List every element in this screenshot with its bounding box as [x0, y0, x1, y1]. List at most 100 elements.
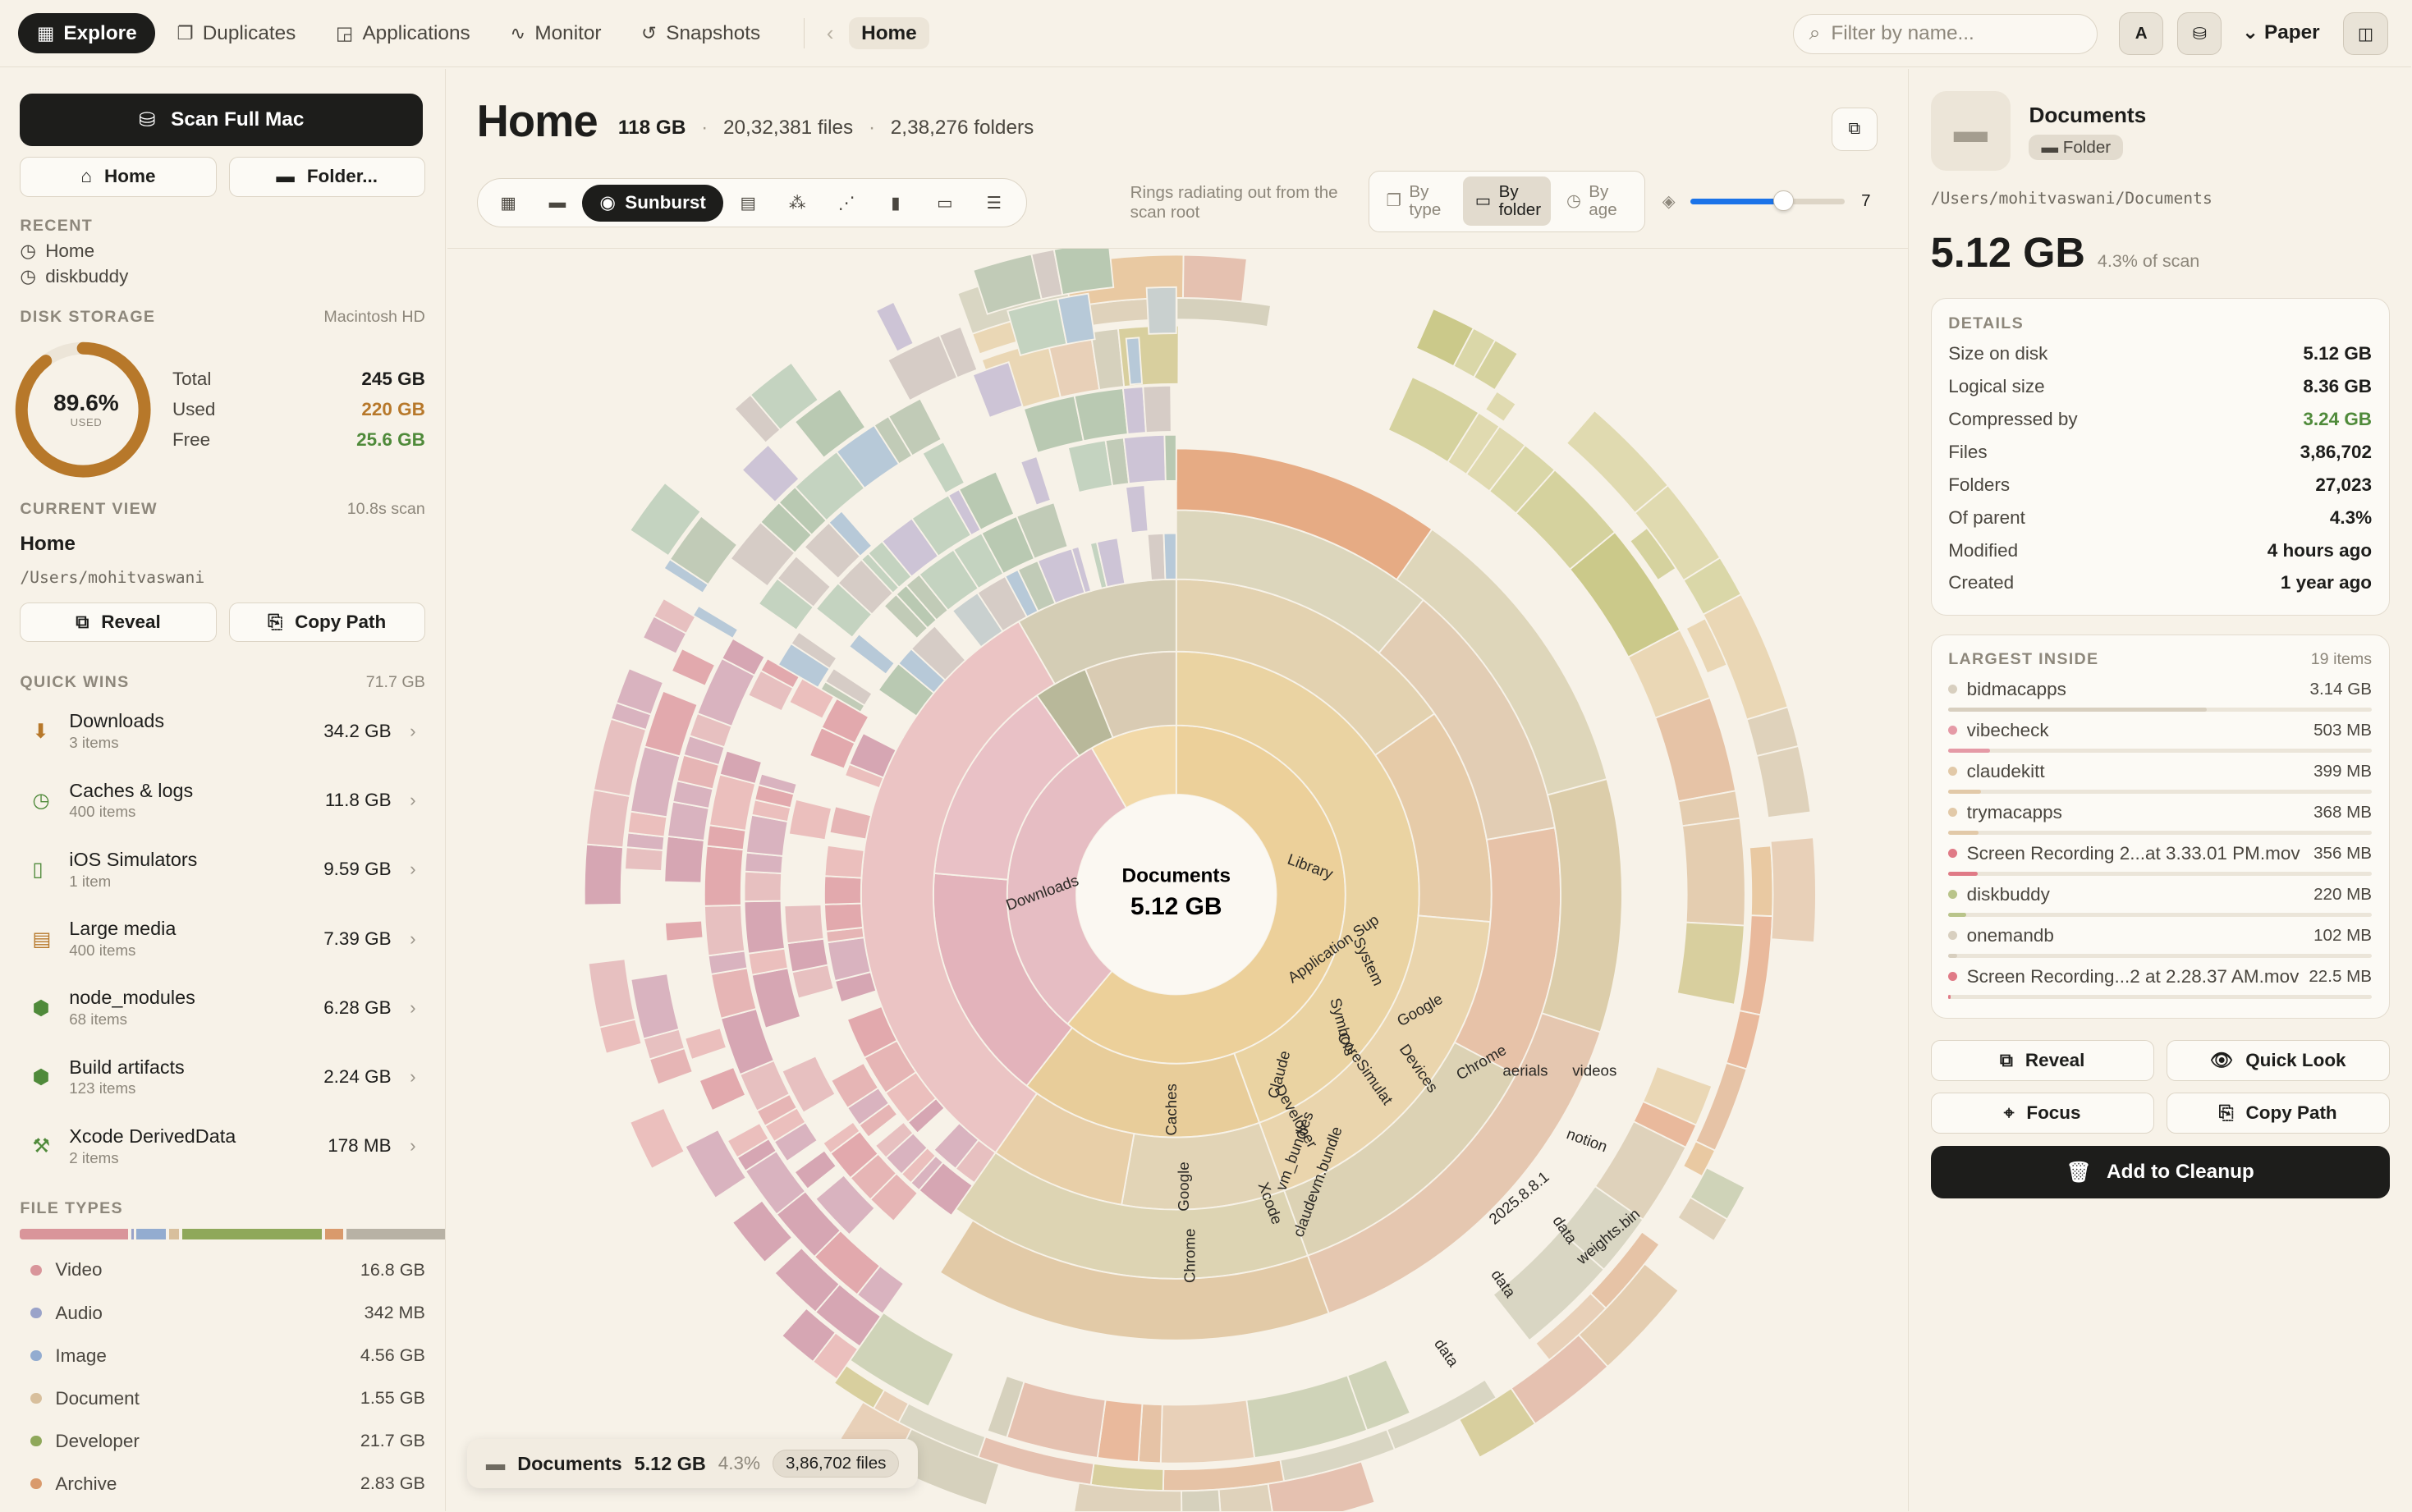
- view-bubbles-button[interactable]: ⁂: [773, 185, 822, 222]
- view-calendar-button[interactable]: ▭: [920, 185, 970, 222]
- outer-segment[interactable]: [1006, 1381, 1107, 1459]
- tab-explore[interactable]: ▦ Explore: [18, 13, 156, 54]
- upper-outer-segment[interactable]: [1121, 386, 1147, 436]
- upper-outer-segment[interactable]: [1125, 484, 1149, 534]
- slider-track[interactable]: [1690, 190, 1845, 211]
- outer-segment[interactable]: [1483, 390, 1517, 424]
- upper-outer-segment[interactable]: [1163, 434, 1177, 483]
- disk-button[interactable]: ⛁: [2177, 11, 2222, 56]
- upper-outer-segment[interactable]: [1145, 286, 1177, 336]
- tab-monitor[interactable]: ∿ Monitor: [492, 13, 620, 53]
- downloads-outer-segment[interactable]: [710, 967, 758, 1020]
- tab-duplicates[interactable]: ❐ Duplicates: [158, 13, 314, 53]
- view-folder-button[interactable]: ▬: [533, 185, 582, 222]
- largest-item[interactable]: trymacapps 368 MB: [1948, 797, 2373, 838]
- upper-outer-segment[interactable]: [1052, 241, 1115, 296]
- largest-item[interactable]: Screen Recording 2...at 3.33.01 PM.mov 3…: [1948, 838, 2373, 879]
- outer-segment[interactable]: [1654, 697, 1737, 803]
- downloads-outer-segment[interactable]: [703, 845, 745, 908]
- view-table-button[interactable]: ☰: [970, 185, 1019, 222]
- quick-win-item[interactable]: ⬇ Downloads 3 items 34.2 GB ›: [20, 697, 424, 766]
- quick-win-item[interactable]: ▤ Large media 400 items 7.39 GB ›: [20, 904, 424, 973]
- upper-outer-segment[interactable]: [1066, 439, 1114, 494]
- outer-segment[interactable]: [1182, 254, 1248, 303]
- downloads-outer-segment[interactable]: [708, 773, 757, 832]
- upper-outer-segment[interactable]: [1162, 532, 1177, 581]
- downloads-outer-segment[interactable]: [585, 789, 631, 849]
- outer-segment[interactable]: [1755, 745, 1812, 819]
- downloads-outer-segment[interactable]: [823, 875, 863, 906]
- tab-snapshots[interactable]: ↺ Snapshots: [623, 13, 779, 53]
- view-sunburst-button[interactable]: ◉ Sunburst: [581, 184, 724, 222]
- downloads-outer-segment[interactable]: [624, 846, 664, 873]
- sidebar-toggle-button[interactable]: ◫: [2343, 11, 2388, 56]
- search-input[interactable]: ⌕ Filter by name...: [1792, 13, 2098, 54]
- quick-win-item[interactable]: ⬢ node_modules 68 items 6.28 GB ›: [20, 974, 424, 1042]
- largest-item[interactable]: vibecheck 503 MB: [1948, 715, 2373, 756]
- upper-outer-segment[interactable]: [921, 441, 966, 495]
- outer-segment[interactable]: [1181, 1488, 1222, 1512]
- slider-knob[interactable]: [1773, 190, 1794, 211]
- depth-slider[interactable]: ◈ 7: [1662, 189, 1878, 213]
- outer-segment[interactable]: [1769, 836, 1817, 944]
- upper-outer-segment[interactable]: [874, 300, 915, 354]
- avatar[interactable]: A: [2118, 11, 2164, 56]
- add-to-cleanup-button[interactable]: 🗑 Add to Cleanup: [1930, 1146, 2390, 1198]
- quick-win-item[interactable]: ◷ Caches & logs 400 items 11.8 GB ›: [20, 766, 424, 835]
- downloads-outer-segment[interactable]: [704, 905, 746, 957]
- downloads-outer-segment[interactable]: [823, 845, 865, 879]
- back-chevron-icon[interactable]: ‹: [827, 21, 834, 46]
- downloads-outer-segment[interactable]: [583, 843, 625, 906]
- outer-segment[interactable]: [1176, 297, 1272, 328]
- outer-segment[interactable]: [1725, 1010, 1762, 1071]
- tab-applications[interactable]: ◲ Applications: [318, 13, 489, 53]
- downloads-outer-segment[interactable]: [793, 1149, 838, 1191]
- downloads-outer-segment[interactable]: [698, 1066, 747, 1112]
- folder-button[interactable]: ▬ Folder...: [228, 157, 425, 197]
- reveal-button[interactable]: ⧉ Reveal: [20, 602, 217, 643]
- largest-item[interactable]: onemandb 102 MB: [1948, 920, 2373, 961]
- copy-path-button[interactable]: ⎘ Copy Path: [2166, 1092, 2390, 1134]
- upper-outer-segment[interactable]: [691, 605, 740, 640]
- largest-item[interactable]: bidmacapps 3.14 GB: [1948, 674, 2373, 715]
- view-list-button[interactable]: ▤: [723, 185, 773, 222]
- quick-win-item[interactable]: ⚒ Xcode DerivedData 2 items 178 MB ›: [20, 1111, 424, 1180]
- largest-item[interactable]: diskbuddy 220 MB: [1948, 879, 2373, 920]
- outer-segment[interactable]: [1159, 1399, 1256, 1465]
- downloads-outer-segment[interactable]: [823, 903, 864, 933]
- upper-outer-segment[interactable]: [1142, 385, 1172, 434]
- color-by-age-button[interactable]: ◷ By age: [1554, 176, 1639, 226]
- view-graph-button[interactable]: ⋰: [822, 185, 871, 222]
- file-type-item[interactable]: Document 1.55 GB: [20, 1377, 425, 1420]
- largest-item[interactable]: claudekitt 399 MB: [1948, 756, 2373, 797]
- upper-outer-segment[interactable]: [1019, 456, 1052, 507]
- file-type-item[interactable]: Archive 2.83 GB: [20, 1463, 425, 1505]
- recent-item[interactable]: ◷ Home: [20, 241, 424, 262]
- outer-segment[interactable]: [1748, 845, 1774, 918]
- file-type-item[interactable]: Audio 342 MB: [20, 1291, 425, 1334]
- scan-full-mac-button[interactable]: ⛁ Scan Full Mac: [20, 94, 424, 146]
- downloads-outer-segment[interactable]: [828, 805, 873, 841]
- downloads-outer-segment[interactable]: [670, 648, 717, 688]
- quick-win-item[interactable]: ▯ iOS Simulators 1 item 9.59 GB ›: [20, 835, 424, 904]
- downloads-outer-segment[interactable]: [587, 958, 637, 1029]
- color-by-type-button[interactable]: ❐ By type: [1374, 176, 1460, 226]
- copy-path-button[interactable]: ⎘ Copy Path: [228, 602, 425, 643]
- upper-outer-segment[interactable]: [1122, 434, 1167, 485]
- view-grid-button[interactable]: ▦: [484, 185, 533, 222]
- outer-segment[interactable]: [1676, 922, 1745, 1006]
- downloads-outer-segment[interactable]: [629, 1107, 686, 1171]
- downloads-outer-segment[interactable]: [663, 836, 705, 884]
- downloads-outer-segment[interactable]: [869, 717, 905, 740]
- color-by-folder-button[interactable]: ▭ By folder: [1462, 176, 1552, 227]
- focus-button[interactable]: ⌖ Focus: [1930, 1092, 2154, 1134]
- downloads-outer-segment[interactable]: [743, 900, 786, 955]
- sunburst-chart[interactable]: Documents 5.12 GB Downloads Library Applicat…: [447, 241, 1908, 1512]
- home-button[interactable]: ⌂ Home: [20, 157, 217, 197]
- quick-win-item[interactable]: ⬢ Build artifacts 123 items 2.24 GB ›: [20, 1042, 424, 1111]
- upper-outer-segment[interactable]: [847, 633, 896, 676]
- downloads-outer-segment[interactable]: [783, 904, 825, 945]
- downloads-outer-segment[interactable]: [684, 1027, 728, 1061]
- file-type-item[interactable]: Video 16.8 GB: [20, 1249, 425, 1291]
- theme-dropdown[interactable]: ⌄ Paper: [2242, 20, 2320, 44]
